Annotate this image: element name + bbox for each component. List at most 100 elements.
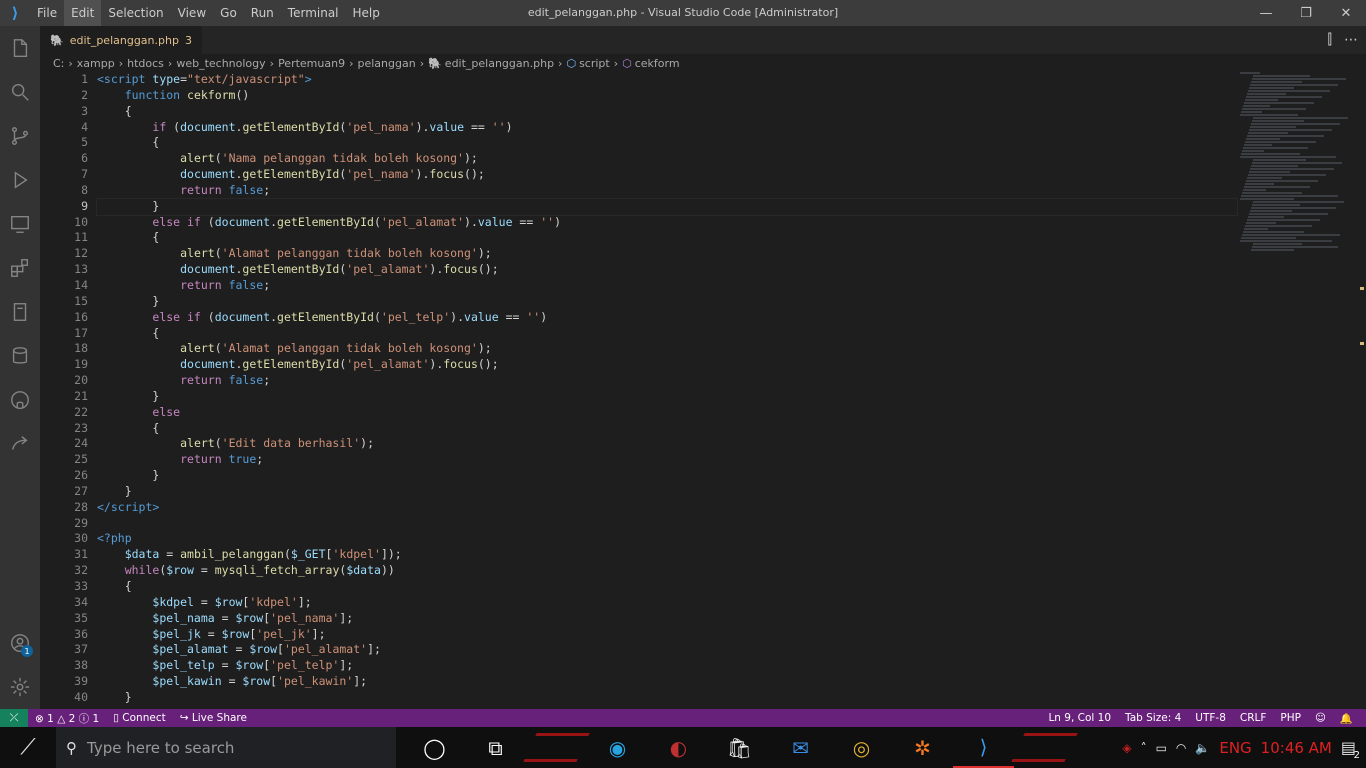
taskbar-search[interactable]: ⚲ Type here to search bbox=[56, 727, 396, 768]
menu-go[interactable]: Go bbox=[213, 0, 244, 26]
code-line[interactable]: document.getElementById('pel_nama').focu… bbox=[97, 167, 1237, 183]
menu-edit[interactable]: Edit bbox=[64, 0, 102, 26]
battery-icon[interactable]: ▭ bbox=[1156, 741, 1167, 755]
breadcrumb-file[interactable]: edit_pelanggan.php bbox=[445, 57, 554, 70]
menu-view[interactable]: View bbox=[171, 0, 213, 26]
live-share-button[interactable]: ↪ Live Share bbox=[173, 712, 254, 724]
tab-size[interactable]: Tab Size: 4 bbox=[1118, 712, 1188, 724]
code-line[interactable]: { bbox=[97, 104, 1237, 120]
scrollbar-markers[interactable] bbox=[1360, 72, 1364, 709]
connect-button[interactable]: ▯ Connect bbox=[106, 712, 173, 724]
volume-icon[interactable]: 🔈 bbox=[1195, 741, 1210, 755]
cursor-position[interactable]: Ln 9, Col 10 bbox=[1041, 712, 1118, 724]
extensions-icon[interactable] bbox=[0, 246, 40, 290]
code-line[interactable]: else if (document.getElementById('pel_te… bbox=[97, 310, 1237, 326]
mail-icon[interactable]: ✉ bbox=[770, 727, 831, 768]
database-icon[interactable] bbox=[0, 334, 40, 378]
maximize-button[interactable]: ❐ bbox=[1286, 0, 1326, 26]
code-line[interactable]: } bbox=[97, 294, 1237, 310]
breadcrumb-script[interactable]: script bbox=[579, 57, 610, 70]
code-line[interactable]: { bbox=[97, 230, 1237, 246]
settings-gear-icon[interactable] bbox=[0, 665, 40, 709]
code-line[interactable]: { bbox=[97, 135, 1237, 151]
source-control-icon[interactable] bbox=[0, 114, 40, 158]
breadcrumb-drive[interactable]: C: bbox=[53, 57, 64, 70]
eol[interactable]: CRLF bbox=[1233, 712, 1274, 724]
code-line[interactable]: return false; bbox=[97, 278, 1237, 294]
code-line[interactable]: while($row = mysqli_fetch_array($data)) bbox=[97, 563, 1237, 579]
live-share-icon[interactable] bbox=[0, 422, 40, 466]
code-line[interactable]: <?php bbox=[97, 531, 1237, 547]
explorer-icon[interactable] bbox=[0, 26, 40, 70]
menu-help[interactable]: Help bbox=[346, 0, 387, 26]
code-line[interactable]: else bbox=[97, 405, 1237, 421]
code-line[interactable]: $pel_alamat = $row['pel_alamat']; bbox=[97, 642, 1237, 658]
menu-file[interactable]: File bbox=[30, 0, 64, 26]
code-line[interactable]: { bbox=[97, 421, 1237, 437]
code-line[interactable]: <script type="text/javascript"> bbox=[97, 72, 1237, 88]
wifi-icon[interactable]: ◠ bbox=[1176, 741, 1186, 755]
code-line[interactable]: $kdpel = $row['kdpel']; bbox=[97, 595, 1237, 611]
code-line[interactable]: return true; bbox=[97, 452, 1237, 468]
code-line[interactable]: { bbox=[97, 326, 1237, 342]
code-line[interactable]: else if (document.getElementById('pel_al… bbox=[97, 215, 1237, 231]
language-indicator[interactable]: ENG bbox=[1219, 739, 1251, 757]
code-line[interactable]: } bbox=[96, 197, 1238, 216]
code-line[interactable]: $data = ambil_pelanggan($_GET['kdpel']); bbox=[97, 547, 1237, 563]
code-line[interactable]: alert('Alamat pelanggan tidak boleh koso… bbox=[97, 341, 1237, 357]
notebook-icon[interactable] bbox=[0, 290, 40, 334]
cortana-icon[interactable]: ◯ bbox=[404, 727, 465, 768]
code-line[interactable]: alert('Alamat pelanggan tidak boleh koso… bbox=[97, 246, 1237, 262]
encoding[interactable]: UTF-8 bbox=[1188, 712, 1233, 724]
code-line[interactable]: } bbox=[97, 468, 1237, 484]
breadcrumb-web-technology[interactable]: web_technology bbox=[176, 57, 265, 70]
task-view-icon[interactable]: ⧉ bbox=[465, 727, 526, 768]
code-line[interactable]: $pel_jk = $row['pel_jk']; bbox=[97, 627, 1237, 643]
code-line[interactable]: { bbox=[97, 579, 1237, 595]
code-line[interactable]: } bbox=[97, 690, 1237, 706]
breadcrumb-pertemuan9[interactable]: Pertemuan9 bbox=[278, 57, 345, 70]
code-line[interactable]: if (document.getElementById('pel_nama').… bbox=[97, 120, 1237, 136]
start-button[interactable]: ⟋ bbox=[0, 727, 56, 768]
remote-icon[interactable]: ⤫ bbox=[0, 709, 28, 727]
code-line[interactable]: $pel_nama = $row['pel_nama']; bbox=[97, 611, 1237, 627]
xampp-icon[interactable]: ✲ bbox=[892, 727, 953, 768]
code-editor[interactable]: 1 2 3 4 5 6 7 8 9 10 11 12 13 14 15 16 17 18 19 20 21 22 23 24 2… bbox=[40, 72, 1366, 709]
account-icon[interactable]: 1 bbox=[0, 621, 40, 665]
code-line[interactable]: return false; bbox=[97, 183, 1237, 199]
menu-selection[interactable]: Selection bbox=[101, 0, 170, 26]
minimap[interactable] bbox=[1240, 72, 1356, 272]
chevron-up-icon[interactable]: ˄ bbox=[1141, 741, 1147, 755]
game2-icon[interactable] bbox=[1011, 727, 1078, 768]
minimize-button[interactable]: — bbox=[1246, 0, 1286, 26]
language-mode[interactable]: PHP bbox=[1273, 712, 1308, 724]
more-actions-icon[interactable]: ⋯ bbox=[1344, 32, 1358, 48]
clock[interactable]: 10:46 AM bbox=[1261, 739, 1332, 757]
code-line[interactable]: $pel_telp = $row['pel_telp']; bbox=[97, 658, 1237, 674]
breadcrumb-pelanggan[interactable]: pelanggan bbox=[357, 57, 415, 70]
edge-icon[interactable]: ◉ bbox=[587, 727, 648, 768]
code-line[interactable]: </script> bbox=[97, 500, 1237, 516]
breadcrumb-cekform[interactable]: cekform bbox=[635, 57, 680, 70]
problems-indicator[interactable]: ⊗ 1 △ 2 ⓘ 1 bbox=[28, 711, 106, 726]
vscode-icon[interactable]: ⟩ bbox=[953, 727, 1014, 768]
code-line[interactable]: $pel_kawin = $row['pel_kawin']; bbox=[97, 674, 1237, 690]
code-line[interactable] bbox=[97, 516, 1237, 532]
feedback-icon[interactable]: ☺ bbox=[1308, 712, 1333, 724]
game-icon[interactable] bbox=[523, 727, 590, 768]
code-line[interactable]: } bbox=[97, 484, 1237, 500]
menu-terminal[interactable]: Terminal bbox=[281, 0, 346, 26]
code-line[interactable]: alert('Edit data berhasil'); bbox=[97, 436, 1237, 452]
store-icon[interactable]: 🛍 bbox=[709, 727, 770, 768]
code-area[interactable]: <script type="text/javascript"> function… bbox=[96, 72, 1238, 706]
helmet-icon[interactable]: ◐ bbox=[648, 727, 709, 768]
tab-edit-pelanggan[interactable]: 🐘 edit_pelanggan.php 3 bbox=[40, 26, 203, 54]
code-line[interactable]: return false; bbox=[97, 373, 1237, 389]
code-line[interactable]: } bbox=[97, 389, 1237, 405]
code-line[interactable]: document.getElementById('pel_alamat').fo… bbox=[97, 357, 1237, 373]
search-icon[interactable] bbox=[0, 70, 40, 114]
notification-center-icon[interactable]: ▤ 2 bbox=[1341, 738, 1360, 761]
github-icon[interactable] bbox=[0, 378, 40, 422]
rog-icon[interactable]: ◈ bbox=[1122, 741, 1131, 755]
run-debug-icon[interactable] bbox=[0, 158, 40, 202]
